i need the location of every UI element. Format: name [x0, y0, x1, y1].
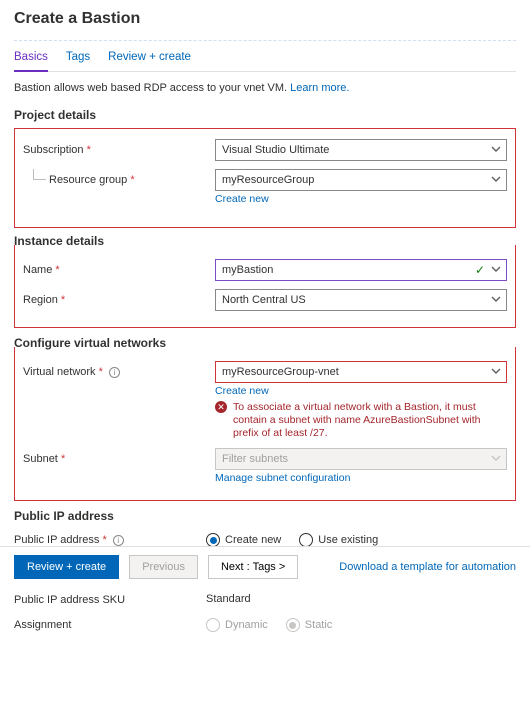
name-label: Name *	[23, 259, 215, 276]
info-icon[interactable]: i	[113, 535, 124, 546]
create-new-rg-link[interactable]: Create new	[215, 193, 507, 205]
assignment-radio-group: Dynamic Static	[206, 614, 516, 636]
vnet-error: ✕ To associate a virtual network with a …	[215, 401, 507, 440]
highlighted-fields-3: Virtual network * i myResourceGroup-vnet…	[14, 347, 516, 501]
subnet-select: Filter subnets	[215, 448, 507, 470]
region-label: Region *	[23, 289, 215, 306]
learn-more-link[interactable]: Learn more.	[290, 82, 349, 94]
error-icon: ✕	[215, 401, 227, 413]
section-project: Project details	[14, 108, 516, 122]
pip-sku-label: Public IP address SKU	[14, 589, 206, 606]
assignment-dynamic-radio: Dynamic	[206, 618, 268, 632]
name-input[interactable]: myBastion	[215, 259, 507, 281]
footer-bar: Review + create Previous Next : Tags > D…	[0, 546, 530, 587]
download-template-link[interactable]: Download a template for automation	[339, 561, 516, 573]
highlighted-fields-2: Name * myBastion ✓ Region * North Centra…	[14, 245, 516, 328]
vnet-select[interactable]: myResourceGroup-vnet	[215, 361, 507, 383]
next-button[interactable]: Next : Tags >	[208, 555, 298, 579]
radio-disabled-icon	[206, 618, 220, 632]
info-icon[interactable]: i	[109, 367, 120, 378]
subnet-label: Subnet *	[23, 448, 215, 465]
page-title: Create a Bastion	[14, 10, 516, 28]
tabs: Basics Tags Review + create	[14, 45, 516, 72]
resource-group-select[interactable]: myResourceGroup	[215, 169, 507, 191]
vnet-label: Virtual network * i	[23, 361, 215, 378]
region-select[interactable]: North Central US	[215, 289, 507, 311]
review-create-button[interactable]: Review + create	[14, 555, 119, 579]
title-divider	[14, 40, 516, 41]
assignment-label: Assignment	[14, 614, 206, 631]
section-pip: Public IP address	[14, 509, 516, 523]
manage-subnet-link[interactable]: Manage subnet configuration	[215, 472, 507, 484]
highlighted-fields: Subscription * Visual Studio Ultimate Re…	[14, 128, 516, 228]
intro-desc: Bastion allows web based RDP access to y…	[14, 82, 290, 94]
assignment-static-radio: Static	[286, 618, 333, 632]
pip-label: Public IP address * i	[14, 529, 206, 546]
intro-text: Bastion allows web based RDP access to y…	[14, 82, 516, 94]
subscription-label: Subscription *	[23, 139, 215, 156]
tab-tags[interactable]: Tags	[66, 45, 90, 71]
required-asterisk: *	[87, 144, 91, 156]
subscription-select[interactable]: Visual Studio Ultimate	[215, 139, 507, 161]
vnet-error-text: To associate a virtual network with a Ba…	[233, 401, 507, 440]
resource-group-label: Resource group *	[23, 169, 215, 186]
tab-review[interactable]: Review + create	[108, 45, 191, 71]
pip-sku-value: Standard	[206, 589, 516, 605]
create-new-vnet-link[interactable]: Create new	[215, 385, 507, 397]
check-icon: ✓	[475, 263, 485, 277]
previous-button: Previous	[129, 555, 198, 579]
radio-disabled-selected-icon	[286, 618, 300, 632]
tab-basics[interactable]: Basics	[14, 45, 48, 72]
